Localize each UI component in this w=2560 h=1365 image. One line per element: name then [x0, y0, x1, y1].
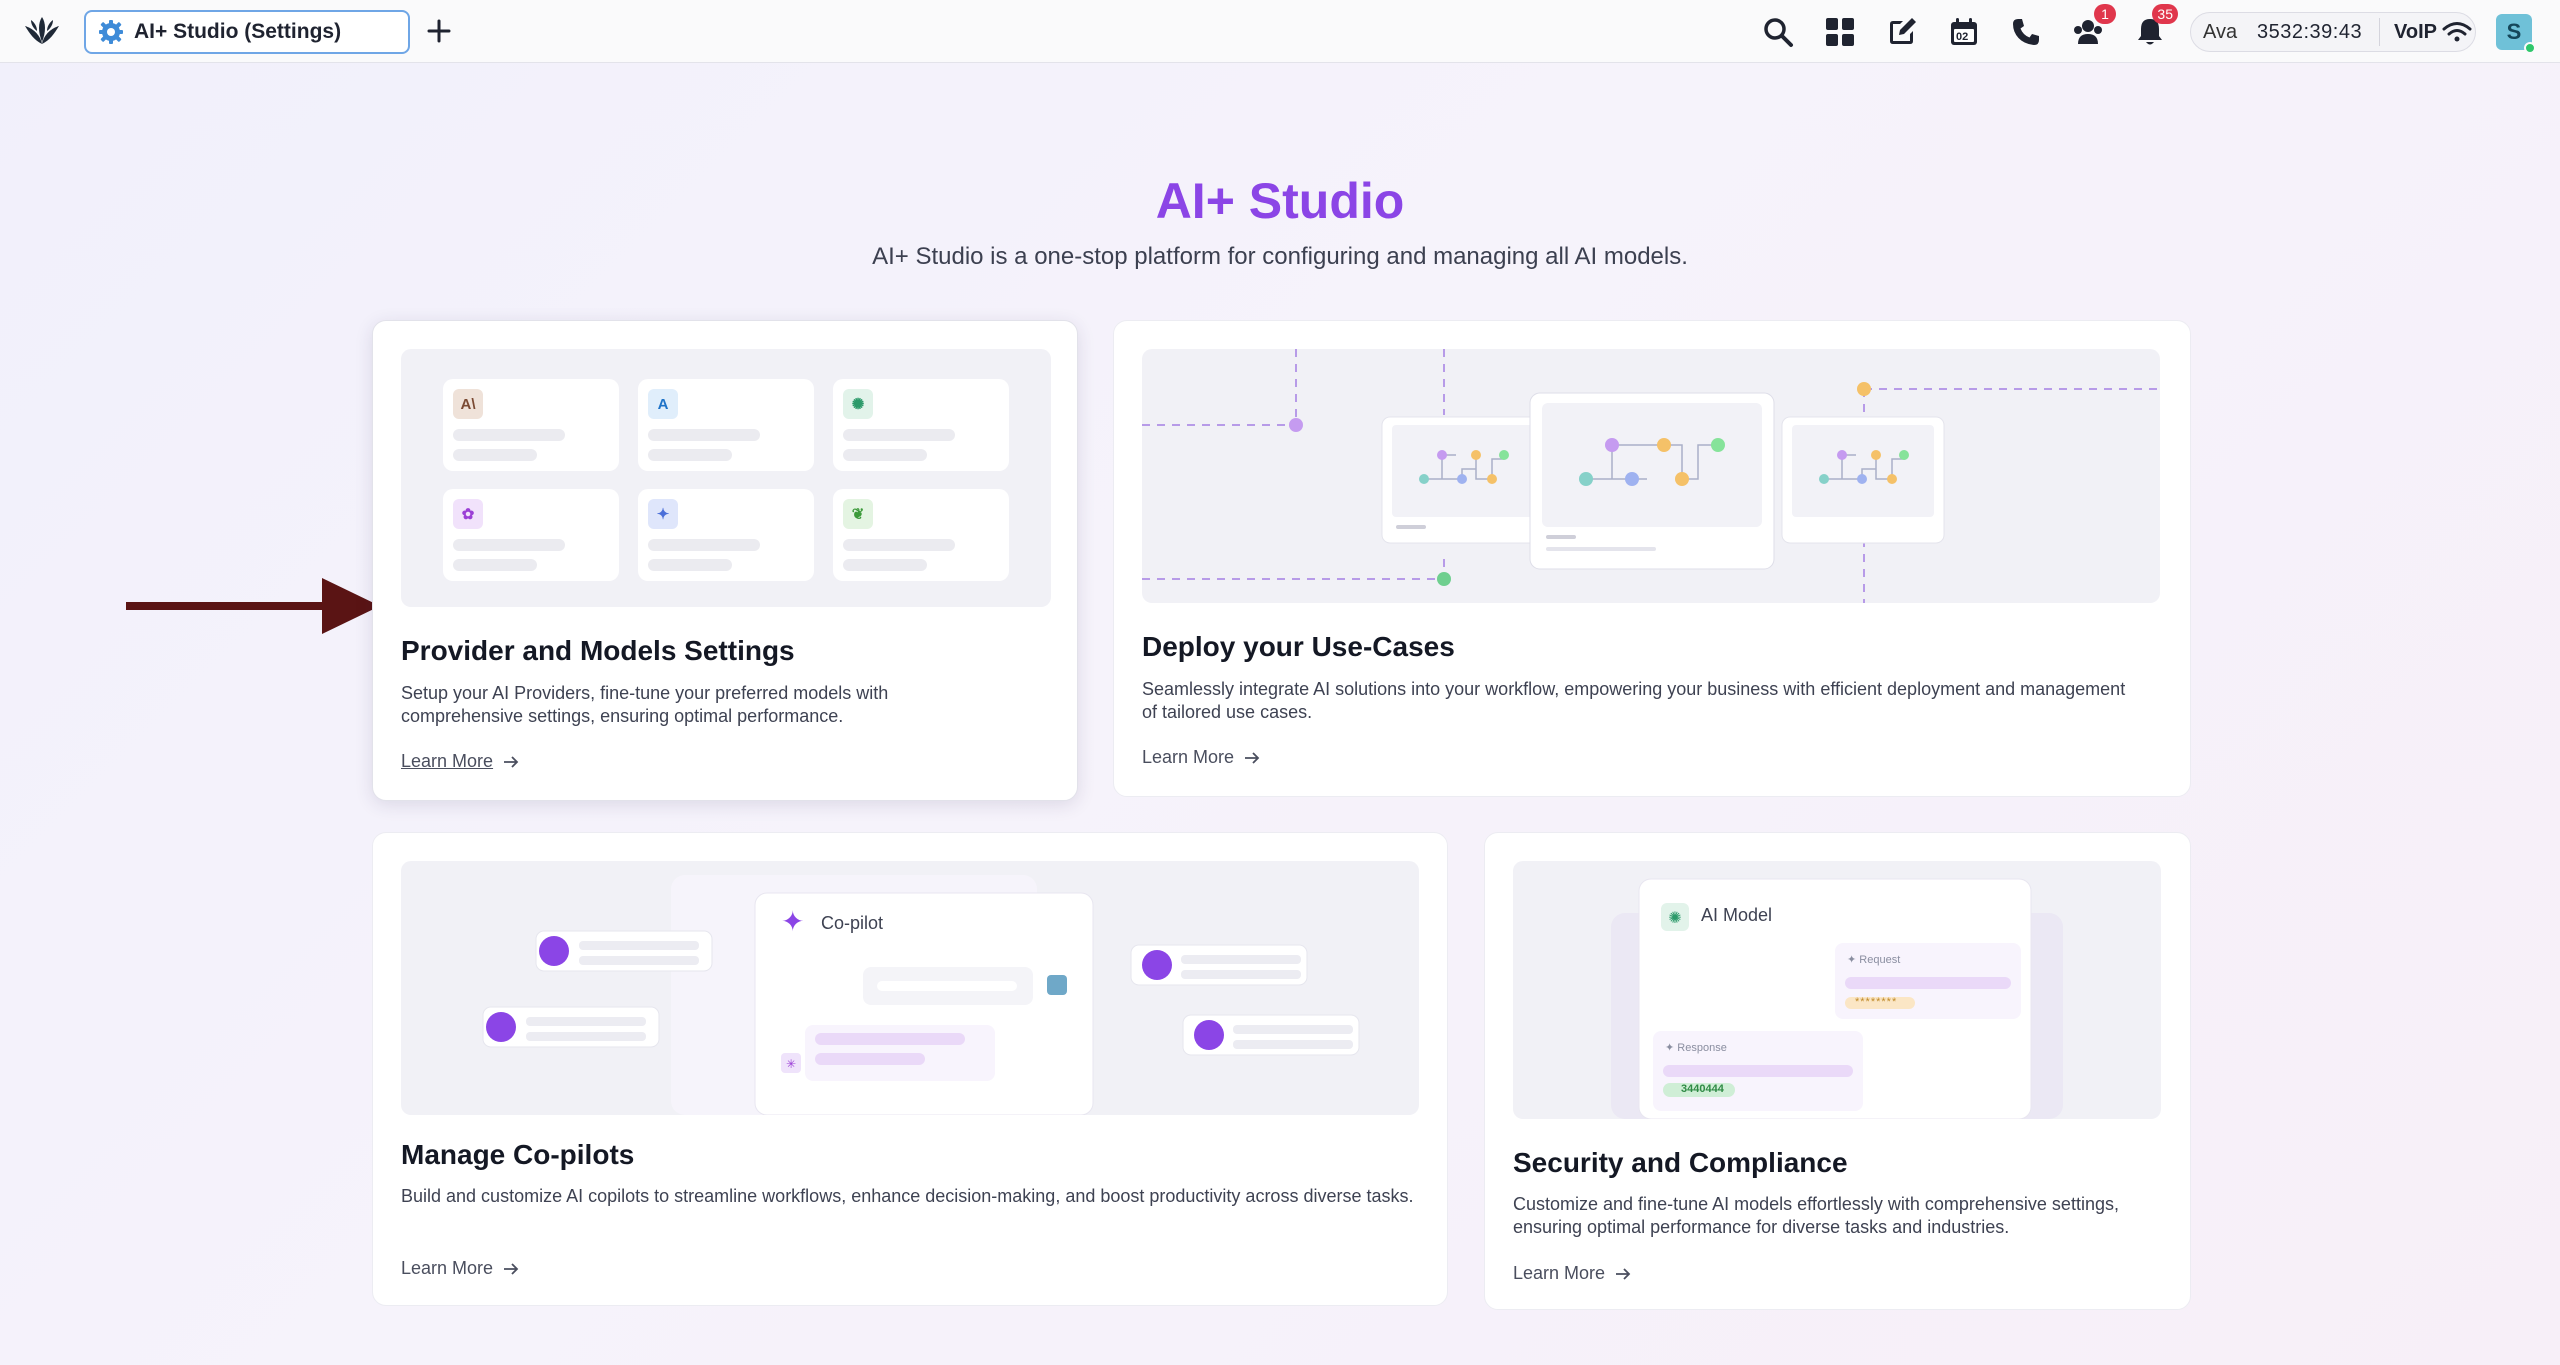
security-illustration: ✺ AI Model ✦ Request ******** ✦ Response…: [1513, 861, 2161, 1119]
card-title: Deploy your Use-Cases: [1142, 631, 1455, 662]
arrow-right-icon: [1616, 1267, 1631, 1280]
request-value: ********: [1855, 996, 1898, 1008]
card-description: Customize and fine-tune AI models effort…: [1513, 1194, 2119, 1237]
provider-models-card[interactable]: A\ A ✺ ✿ ✦ ❦ Provider and Models Setting…: [372, 320, 1078, 801]
provider-tile-custom: ✿: [443, 489, 619, 581]
security-compliance-card[interactable]: ✺ AI Model ✦ Request ******** ✦ Response…: [1484, 832, 2191, 1310]
providers-illustration: A\ A ✺ ✿ ✦ ❦: [401, 349, 1051, 607]
phone-button[interactable]: [2008, 14, 2044, 50]
learn-more-link[interactable]: Learn More: [1142, 747, 1260, 768]
azure-icon: A: [648, 389, 678, 419]
calendar-day: 02: [1956, 31, 1969, 43]
openai-icon: ✺: [843, 389, 873, 419]
request-text: Request: [1859, 954, 1901, 966]
provider-tile-azure: A: [638, 379, 814, 471]
gemini-icon: ✦: [648, 499, 678, 529]
leaf-icon: ❦: [843, 499, 873, 529]
search-icon: [1764, 18, 1793, 47]
alerts-button[interactable]: 35: [2132, 4, 2178, 50]
avatar-letter: S: [2506, 19, 2522, 44]
learn-more-link[interactable]: Learn More: [1513, 1263, 1631, 1284]
notifications-badge: 1: [2094, 4, 2116, 24]
app-logo-icon[interactable]: [22, 14, 62, 48]
copilot-scene: ✳: [482, 875, 1360, 1115]
ai-model-label: AI Model: [1701, 905, 1773, 925]
lotus-icon: ✿: [453, 499, 483, 529]
apps-grid-button[interactable]: [1822, 14, 1858, 50]
copilot-label: Co-pilot: [821, 913, 884, 933]
user-avatar[interactable]: S: [2496, 14, 2536, 54]
page-title: AI+ Studio: [1155, 173, 1405, 229]
session-timer: 3532:39:43: [2257, 20, 2363, 43]
phone-icon: [2013, 19, 2039, 45]
request-label: ✦ Request: [1847, 954, 1901, 966]
anthropic-icon: A\: [453, 389, 483, 419]
card-title: Security and Compliance: [1513, 1147, 1848, 1178]
compose-button[interactable]: [1884, 14, 1920, 50]
search-button[interactable]: [1760, 14, 1796, 50]
card-description: Seamlessly integrate AI solutions into y…: [1142, 679, 2126, 722]
svg-text:✺: ✺: [1668, 908, 1681, 927]
card-description: Setup your AI Providers, fine-tune your …: [401, 683, 889, 726]
alerts-badge: 35: [2152, 4, 2178, 24]
learn-more-label: Learn More: [401, 751, 494, 771]
ai-model-scene: ✺: [1611, 878, 2063, 1119]
provider-tile-anthropic: A\: [443, 379, 619, 471]
calendar-button[interactable]: 02: [1946, 14, 1982, 50]
tab-label: AI+ Studio (Settings): [134, 20, 342, 43]
workflow-diagram: [1142, 349, 2160, 603]
response-text: Response: [1677, 1042, 1727, 1054]
add-tab-button[interactable]: [424, 16, 454, 46]
arrow-right-icon: [1245, 751, 1260, 764]
agent-name: Ava: [2203, 20, 2238, 43]
svg-text:✳: ✳: [786, 1057, 796, 1071]
card-title: Manage Co-pilots: [401, 1139, 635, 1170]
learn-more-link[interactable]: Learn More: [401, 751, 519, 772]
provider-tile-openai: ✺: [833, 379, 1009, 471]
provider-tile-gemini: ✦: [638, 489, 814, 581]
copilot-sparkle-icon: ✦: [781, 906, 805, 937]
card-title: Provider and Models Settings: [401, 635, 795, 666]
learn-more-label: Learn More: [1142, 747, 1235, 767]
deploy-use-cases-card[interactable]: Deploy your Use-Cases Seamlessly integra…: [1113, 320, 2191, 797]
edit-icon: [1890, 18, 1916, 44]
top-bar: AI+ Studio (Settings) 02 1 35 Ava 3532:3…: [0, 0, 2560, 63]
online-status-dot: [2524, 42, 2536, 54]
page-subtitle: AI+ Studio is a one-stop platform for co…: [872, 243, 1688, 270]
team-button[interactable]: 1: [2070, 4, 2116, 50]
pointer-arrow-icon: [126, 578, 380, 634]
copilot-illustration: ✳ ✦ Co-pilot: [401, 861, 1419, 1115]
provider-tile-cohere: ❦: [833, 489, 1009, 581]
tab-ai-studio-settings[interactable]: AI+ Studio (Settings): [84, 10, 410, 54]
manage-copilots-card[interactable]: ✳ ✦ Co-pilot Manage Co-pilots Build and …: [372, 832, 1448, 1306]
response-label: ✦ Response: [1665, 1042, 1727, 1054]
grid-icon: [1826, 18, 1854, 46]
voip-label: VoIP: [2394, 20, 2437, 43]
arrow-right-icon: [504, 1262, 519, 1275]
call-status-pill[interactable]: Ava 3532:39:43 VoIP: [2190, 12, 2476, 52]
gear-icon: [99, 20, 123, 44]
arrow-right-icon: [504, 755, 519, 768]
learn-more-label: Learn More: [1513, 1263, 1606, 1283]
wifi-icon: [2442, 22, 2472, 42]
card-description: Build and customize AI copilots to strea…: [401, 1186, 1414, 1206]
deploy-illustration: [1142, 349, 2160, 603]
learn-more-label: Learn More: [401, 1258, 494, 1278]
learn-more-link[interactable]: Learn More: [401, 1258, 519, 1279]
response-value: 3440444: [1681, 1083, 1724, 1095]
